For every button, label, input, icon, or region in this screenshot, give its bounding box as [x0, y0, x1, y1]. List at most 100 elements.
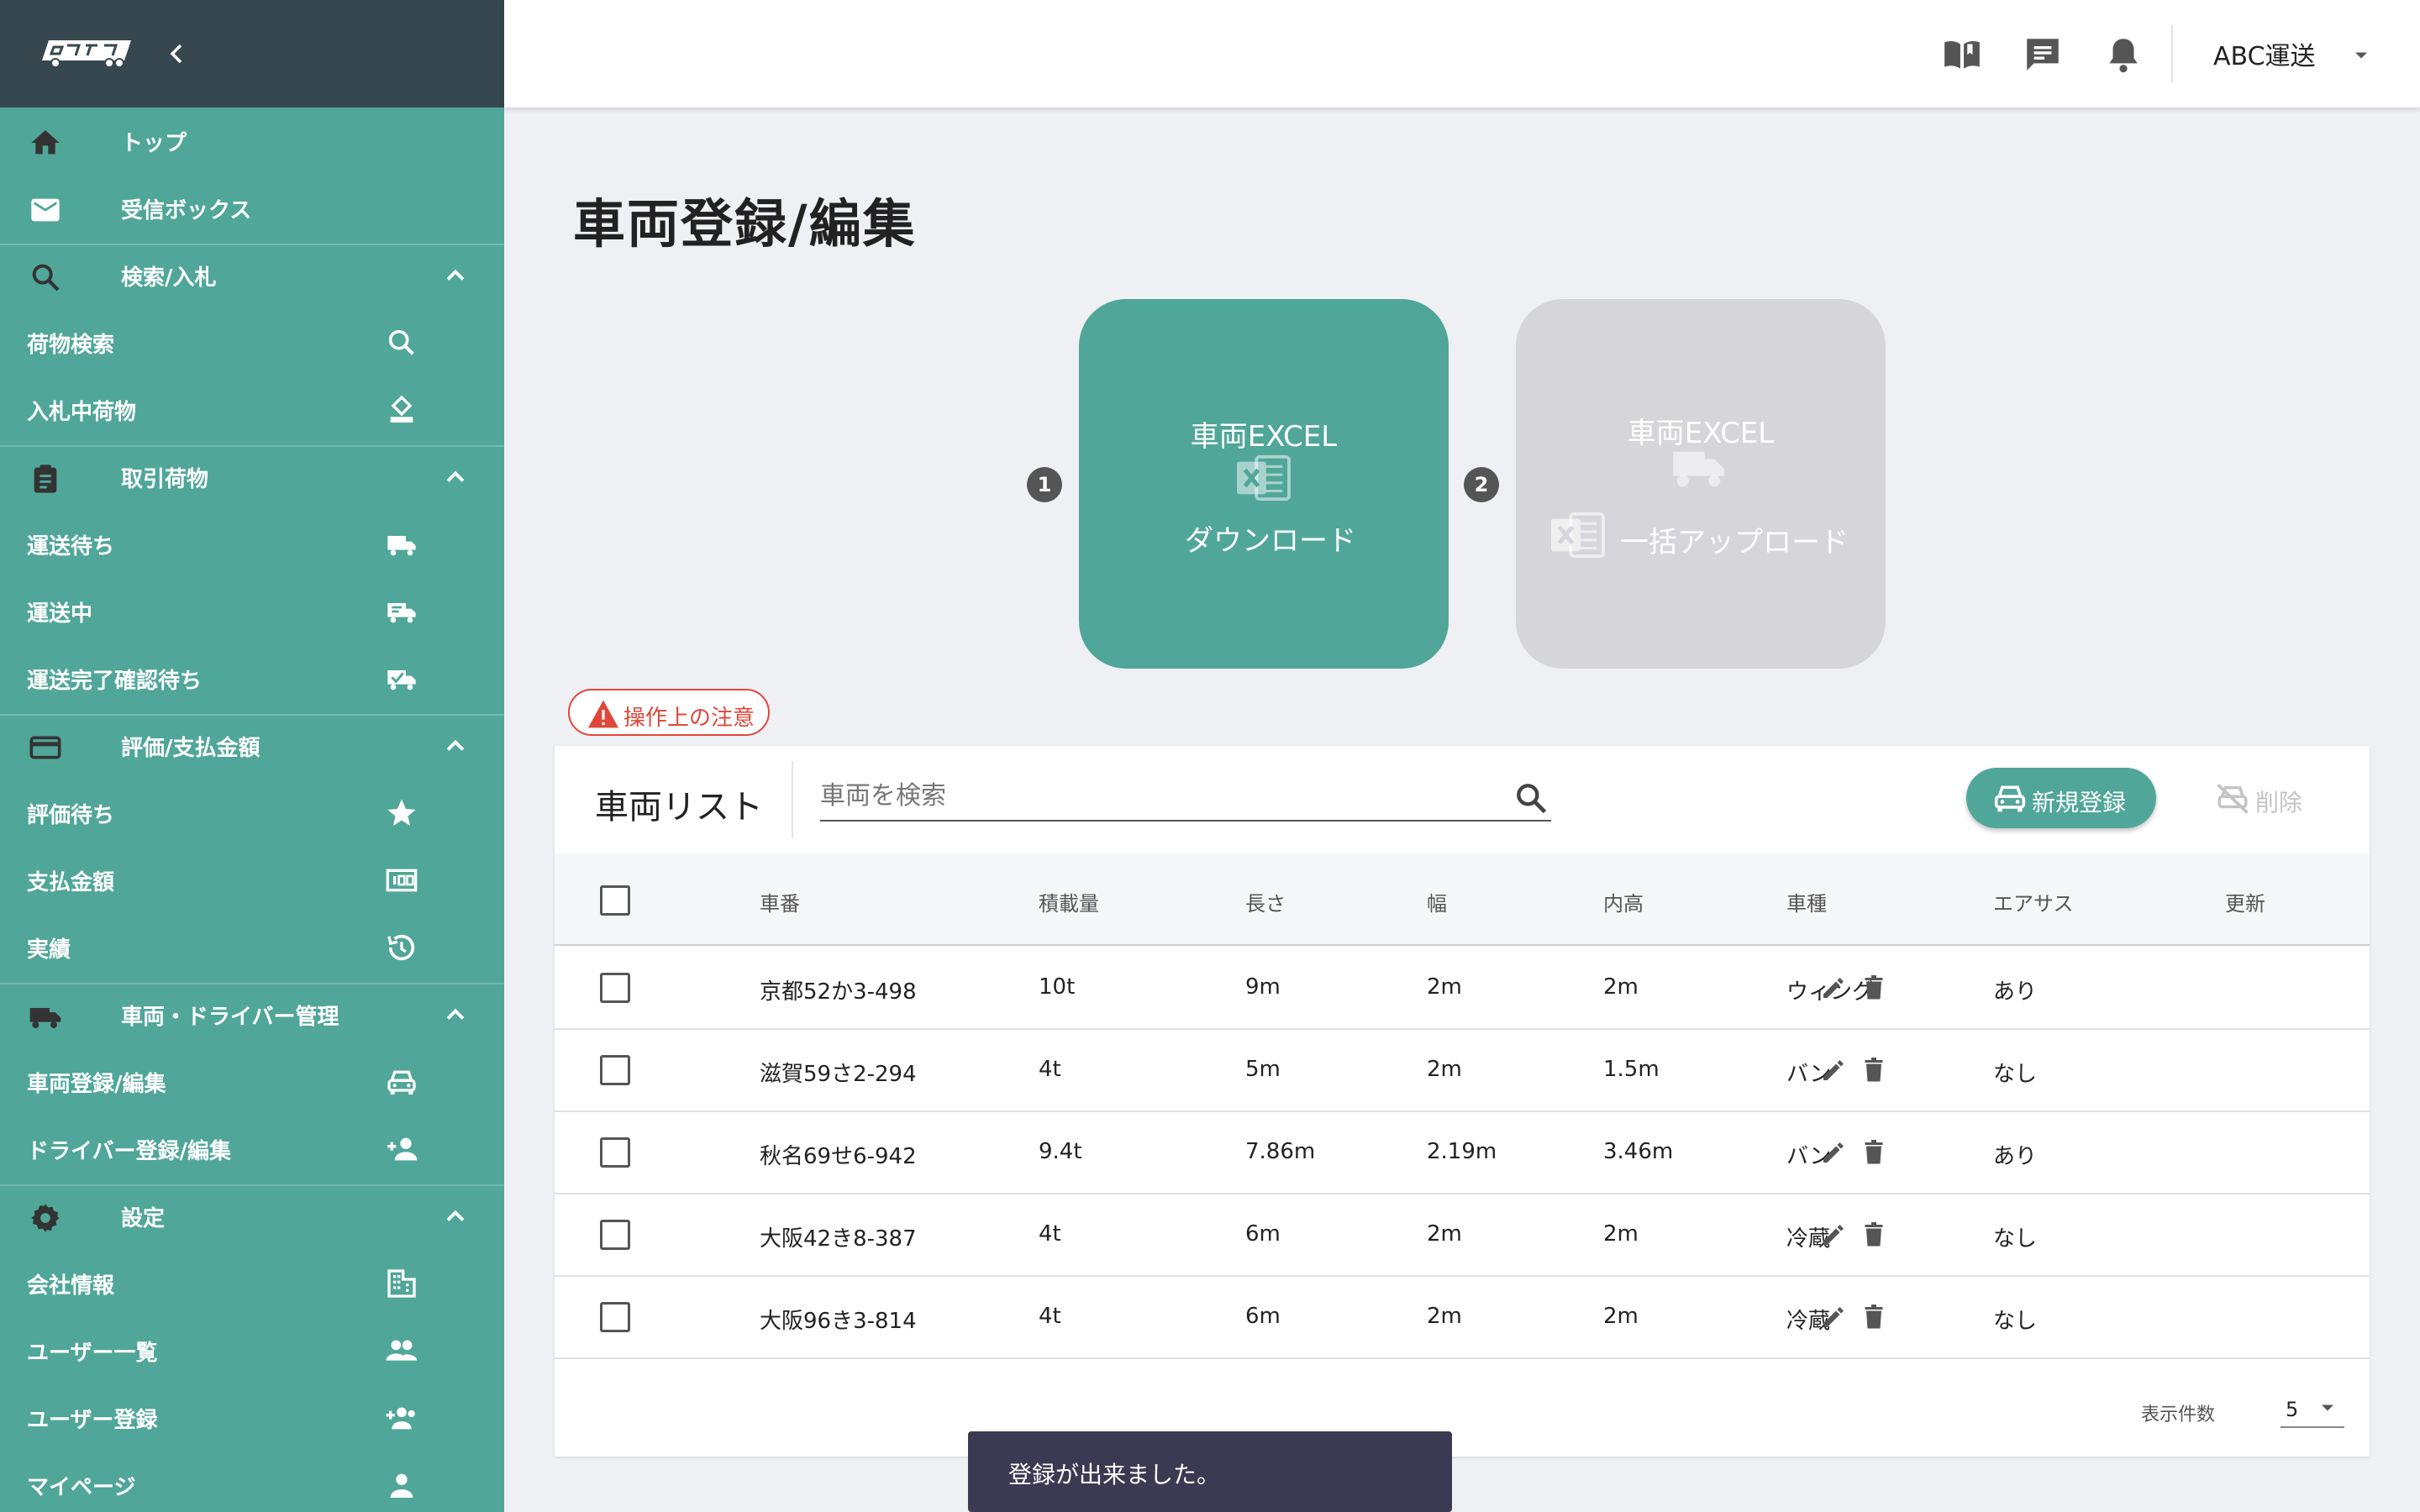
- sidebar-item-awaiting-rating[interactable]: 評価待ち: [0, 780, 504, 847]
- sidebar-item-label: 入札中荷物: [27, 399, 137, 425]
- rows-per-page-select[interactable]: 5: [2281, 1389, 2344, 1428]
- history-icon: [387, 934, 415, 961]
- toast-message: 登録が出来ました。: [1008, 1461, 1221, 1488]
- building-icon: [387, 1269, 416, 1298]
- trash-icon[interactable]: [1859, 973, 1889, 1003]
- sidebar-item-bidding-cargo[interactable]: 入札中荷物: [0, 376, 504, 444]
- edit-icon[interactable]: [1818, 1055, 1849, 1085]
- caution-label: 操作上の注意: [623, 706, 755, 731]
- table-row[interactable]: 京都52か3-498 10t 9m 2m 2m ウィング あり: [555, 948, 2370, 1030]
- sidebar-item-label: ユーザー一覧: [27, 1340, 158, 1366]
- edit-icon[interactable]: [1818, 1220, 1849, 1250]
- column-header[interactable]: 車番: [760, 887, 800, 916]
- gear-icon: [31, 1204, 60, 1232]
- excel-upload-card[interactable]: 車両EXCEL 一括アップロード: [1516, 299, 1886, 669]
- table-row[interactable]: 滋賀59さ2-294 4t 5m 2m 1.5m バン なし: [555, 1030, 2370, 1112]
- bell-icon[interactable]: [2102, 34, 2144, 76]
- cell-height: 2m: [1603, 1304, 1639, 1329]
- sidebar-item-label: 受信ボックス: [121, 197, 252, 223]
- cell-air-suspension: あり: [1993, 1144, 2038, 1169]
- chevron-up-icon[interactable]: [440, 462, 471, 492]
- cell-length: 5m: [1245, 1057, 1281, 1082]
- sidebar-item-label: 評価/支払金額: [121, 735, 260, 761]
- sidebar-item-in-transit[interactable]: 運送中: [0, 578, 504, 645]
- cell-width: 2m: [1427, 1057, 1462, 1082]
- column-header: 更新: [2225, 892, 2265, 916]
- sidebar-item-label: 車両・ドライバー管理: [121, 1004, 339, 1030]
- row-checkbox[interactable]: [600, 973, 630, 1003]
- sidebar-item-top[interactable]: トップ: [0, 108, 504, 175]
- operation-caution-button[interactable]: 操作上の注意: [568, 689, 770, 736]
- sidebar-item-inbox[interactable]: 受信ボックス: [0, 175, 504, 242]
- search-icon[interactable]: [1512, 780, 1549, 816]
- trash-icon[interactable]: [1859, 1137, 1889, 1168]
- sidebar-item-label: 会社情報: [27, 1273, 115, 1299]
- vehicle-search-input[interactable]: [820, 771, 1551, 822]
- chat-icon[interactable]: [2022, 34, 2064, 76]
- sidebar-item-awaiting-transport[interactable]: 運送待ち: [0, 511, 504, 578]
- row-checkbox[interactable]: [600, 1302, 630, 1332]
- table-row[interactable]: 大阪96き3-814 4t 6m 2m 2m 冷蔵 なし: [555, 1277, 2370, 1359]
- trash-icon[interactable]: [1859, 1220, 1889, 1250]
- edit-icon[interactable]: [1818, 973, 1849, 1003]
- sidebar-item-label: 支払金額: [27, 869, 115, 895]
- sidebar-item-vehicle-edit[interactable]: 車両登録/編集: [0, 1048, 504, 1116]
- snackbar-toast: 登録が出来ました。: [968, 1431, 1452, 1512]
- sidebar-item-results[interactable]: 実績: [0, 914, 504, 981]
- chevron-up-icon[interactable]: [440, 731, 471, 761]
- trash-icon[interactable]: [1859, 1055, 1889, 1085]
- sidebar-item-cargo-search[interactable]: 荷物検索: [0, 309, 504, 376]
- divider: [792, 761, 793, 838]
- table-header: 車番 積載量 長さ 幅 内高 車種 エアサス 更新: [555, 853, 2370, 946]
- company-menu-label[interactable]: ABC運送: [2213, 35, 2316, 72]
- sidebar-item-user-register[interactable]: ユーザー登録: [0, 1384, 504, 1452]
- chevron-left-icon[interactable]: [160, 37, 193, 71]
- truck-check-icon: [387, 670, 416, 690]
- sidebar-group-settings[interactable]: 設定: [0, 1183, 504, 1250]
- row-checkbox[interactable]: [600, 1137, 630, 1168]
- excel-download-card[interactable]: 車両EXCEL ダウンロード: [1079, 299, 1449, 669]
- cell-vehicle-number: 秋名69せ6-942: [760, 1144, 917, 1169]
- sidebar-group-vehicle-driver[interactable]: 車両・ドライバー管理: [0, 981, 504, 1048]
- manual-book-icon[interactable]: [1941, 34, 1983, 76]
- chevron-up-icon[interactable]: [440, 1201, 471, 1231]
- row-checkbox[interactable]: [600, 1220, 630, 1250]
- edit-icon[interactable]: [1818, 1137, 1849, 1168]
- sidebar-item-my-page[interactable]: マイページ: [0, 1452, 504, 1512]
- caret-down-icon[interactable]: [2349, 44, 2373, 67]
- money-icon: [386, 869, 418, 892]
- cell-capacity: 4t: [1039, 1221, 1061, 1247]
- sidebar-item-driver-edit[interactable]: ドライバー登録/編集: [0, 1116, 504, 1183]
- sidebar-item-awaiting-completion[interactable]: 運送完了確認待ち: [0, 645, 504, 712]
- sidebar-item-label: 運送中: [27, 601, 93, 627]
- column-header[interactable]: 幅: [1427, 887, 1447, 916]
- table-row[interactable]: 秋名69せ6-942 9.4t 7.86m 2.19m 3.46m バン あり: [555, 1112, 2370, 1194]
- column-header[interactable]: 内高: [1603, 887, 1644, 916]
- sidebar-group-rating-payment[interactable]: 評価/支払金額: [0, 712, 504, 780]
- app-logo[interactable]: [37, 35, 136, 69]
- card-subtitle: 一括アップロード: [1620, 526, 1849, 559]
- page-title: 車両登録/編集: [573, 193, 917, 255]
- chevron-up-icon[interactable]: [440, 1000, 471, 1030]
- sidebar-item-company-info[interactable]: 会社情報: [0, 1250, 504, 1317]
- delete-button[interactable]: 削除: [2207, 768, 2333, 828]
- sidebar-item-label: 取引荷物: [121, 466, 209, 492]
- chevron-up-icon[interactable]: [440, 260, 471, 291]
- column-header[interactable]: 積載量: [1039, 887, 1099, 916]
- column-header[interactable]: 長さ: [1245, 887, 1286, 916]
- sidebar-item-user-list[interactable]: ユーザー一覧: [0, 1317, 504, 1384]
- select-all-checkbox[interactable]: [600, 885, 630, 916]
- new-register-button[interactable]: 新規登録: [1966, 768, 2156, 828]
- sidebar-item-payment-amount[interactable]: 支払金額: [0, 847, 504, 914]
- column-header[interactable]: 車種: [1786, 887, 1827, 916]
- row-checkbox[interactable]: [600, 1055, 630, 1085]
- edit-icon[interactable]: [1818, 1302, 1849, 1332]
- trash-icon[interactable]: [1859, 1302, 1889, 1332]
- sidebar-item-label: ドライバー登録/編集: [27, 1138, 231, 1164]
- sidebar-group-search[interactable]: 検索/入札: [0, 242, 504, 309]
- sidebar-group-trade-cargo[interactable]: 取引荷物: [0, 444, 504, 511]
- column-header[interactable]: エアサス: [1993, 887, 2074, 916]
- cell-length: 6m: [1245, 1304, 1281, 1329]
- table-row[interactable]: 大阪42き8-387 4t 6m 2m 2m 冷蔵 なし: [555, 1194, 2370, 1277]
- sidebar-item-label: マイページ: [27, 1474, 136, 1500]
